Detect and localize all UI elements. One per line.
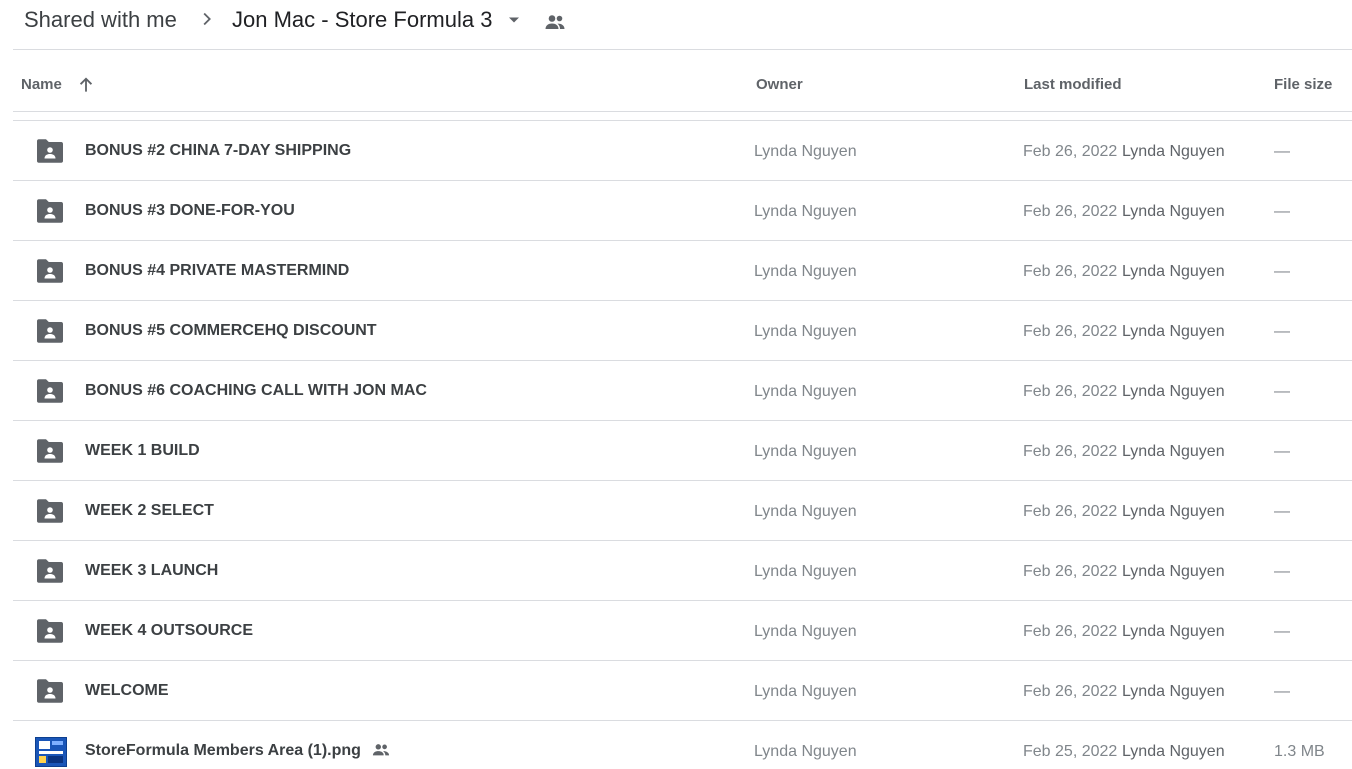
- file-size: 1.3 MB: [1274, 743, 1325, 760]
- shared-folder-icon: [37, 499, 63, 523]
- column-header-name[interactable]: Name: [21, 76, 62, 94]
- owner-name: Lynda Nguyen: [754, 683, 857, 700]
- table-row[interactable]: WEEK 2 SELECT Lynda Nguyen Feb 26, 2022 Lyn…: [13, 481, 1352, 541]
- file-name[interactable]: BONUS #6 COACHING CALL WITH JON MAC: [85, 381, 427, 400]
- file-name[interactable]: WELCOME: [85, 681, 169, 700]
- table-row[interactable]: WELCOME Lynda Nguyen Feb 26, 2022 Lynda Ngu…: [13, 661, 1352, 721]
- table-row[interactable]: WEEK 4 OUTSOURCE Lynda Nguyen Feb 26, 2022…: [13, 601, 1352, 661]
- owner-name: Lynda Nguyen: [754, 563, 857, 580]
- modified-date: Feb 26, 2022: [1023, 563, 1118, 580]
- image-thumbnail-icon: [35, 737, 67, 767]
- file-name[interactable]: BONUS #3 DONE-FOR-YOU: [85, 201, 295, 220]
- table-row[interactable]: StoreFormula Members Area (1).png Lynda N…: [13, 721, 1352, 769]
- file-size: —: [1274, 263, 1290, 280]
- modified-by: Lynda Nguyen: [1122, 743, 1225, 760]
- file-size: —: [1274, 503, 1290, 520]
- file-size: —: [1274, 143, 1290, 160]
- modified-date: Feb 26, 2022: [1023, 143, 1118, 160]
- arrow-up-icon[interactable]: [76, 75, 96, 95]
- modified-date: Feb 26, 2022: [1023, 623, 1118, 640]
- file-name[interactable]: BONUS #4 PRIVATE MASTERMIND: [85, 261, 349, 280]
- file-size: —: [1274, 203, 1290, 220]
- table-row[interactable]: WEEK 3 LAUNCH Lynda Nguyen Feb 26, 2022 Lyn…: [13, 541, 1352, 601]
- owner-name: Lynda Nguyen: [754, 263, 857, 280]
- file-name[interactable]: WEEK 4 OUTSOURCE: [85, 621, 253, 640]
- file-name[interactable]: WEEK 3 LAUNCH: [85, 561, 218, 580]
- modified-by: Lynda Nguyen: [1122, 323, 1225, 340]
- file-name[interactable]: BONUS #2 CHINA 7-DAY SHIPPING: [85, 141, 351, 160]
- modified-date: Feb 26, 2022: [1023, 323, 1118, 340]
- shared-folder-icon: [37, 559, 63, 583]
- modified-by: Lynda Nguyen: [1122, 563, 1225, 580]
- column-header-last-modified[interactable]: Last modified: [1024, 76, 1122, 94]
- shared-folder-icon: [37, 439, 63, 463]
- modified-by: Lynda Nguyen: [1122, 143, 1225, 160]
- file-list: BONUS #2 CHINA 7-DAY SHIPPING Lynda Nguye…: [13, 121, 1352, 769]
- owner-name: Lynda Nguyen: [754, 743, 857, 760]
- owner-name: Lynda Nguyen: [754, 143, 857, 160]
- owner-name: Lynda Nguyen: [754, 383, 857, 400]
- file-name[interactable]: WEEK 2 SELECT: [85, 501, 214, 520]
- modified-by: Lynda Nguyen: [1122, 623, 1225, 640]
- file-size: —: [1274, 323, 1290, 340]
- file-name[interactable]: WEEK 1 BUILD: [85, 441, 200, 460]
- file-size: —: [1274, 683, 1290, 700]
- owner-name: Lynda Nguyen: [754, 203, 857, 220]
- modified-by: Lynda Nguyen: [1122, 383, 1225, 400]
- chevron-right-icon: [203, 12, 211, 26]
- breadcrumb: Shared with me Jon Mac - Store Formula 3: [0, 0, 1352, 49]
- file-size: —: [1274, 623, 1290, 640]
- table-row[interactable]: BONUS #5 COMMERCEHQ DISCOUNT Lynda Nguyen…: [13, 301, 1352, 361]
- table-row[interactable]: BONUS #2 CHINA 7-DAY SHIPPING Lynda Nguye…: [13, 121, 1352, 181]
- breadcrumb-shared-with-me[interactable]: Shared with me: [24, 7, 177, 33]
- column-header-divider: [13, 111, 1352, 112]
- shared-folder-icon: [37, 679, 63, 703]
- modified-by: Lynda Nguyen: [1122, 263, 1225, 280]
- shared-folder-icon: [37, 139, 63, 163]
- breadcrumb-current-folder[interactable]: Jon Mac - Store Formula 3: [232, 7, 492, 33]
- table-row[interactable]: BONUS #4 PRIVATE MASTERMIND Lynda Nguyen F…: [13, 241, 1352, 301]
- modified-by: Lynda Nguyen: [1122, 203, 1225, 220]
- shared-folder-icon: [37, 199, 63, 223]
- file-name[interactable]: BONUS #5 COMMERCEHQ DISCOUNT: [85, 321, 377, 340]
- modified-date: Feb 26, 2022: [1023, 683, 1118, 700]
- column-header-owner[interactable]: Owner: [756, 76, 803, 94]
- modified-by: Lynda Nguyen: [1122, 443, 1225, 460]
- column-header-file-size[interactable]: File size: [1274, 76, 1332, 94]
- owner-name: Lynda Nguyen: [754, 623, 857, 640]
- shared-folder-icon: [37, 619, 63, 643]
- drive-file-list: Shared with me Jon Mac - Store Formula 3…: [0, 0, 1352, 769]
- caret-down-icon[interactable]: [504, 10, 524, 30]
- modified-by: Lynda Nguyen: [1122, 503, 1225, 520]
- owner-name: Lynda Nguyen: [754, 323, 857, 340]
- file-size: —: [1274, 563, 1290, 580]
- file-size: —: [1274, 443, 1290, 460]
- shared-folder-icon: [37, 259, 63, 283]
- table-row[interactable]: BONUS #6 COACHING CALL WITH JON MAC Lynda…: [13, 361, 1352, 421]
- people-icon[interactable]: [543, 10, 567, 34]
- owner-name: Lynda Nguyen: [754, 503, 857, 520]
- modified-date: Feb 26, 2022: [1023, 443, 1118, 460]
- column-headers: Name Owner Last modified File size: [13, 50, 1352, 111]
- modified-date: Feb 26, 2022: [1023, 503, 1118, 520]
- file-size: —: [1274, 383, 1290, 400]
- file-name[interactable]: StoreFormula Members Area (1).png: [85, 741, 361, 760]
- modified-date: Feb 26, 2022: [1023, 383, 1118, 400]
- modified-date: Feb 25, 2022: [1023, 743, 1118, 760]
- modified-by: Lynda Nguyen: [1122, 683, 1225, 700]
- table-row[interactable]: WEEK 1 BUILD Lynda Nguyen Feb 26, 2022 Lynd…: [13, 421, 1352, 481]
- shared-folder-icon: [37, 319, 63, 343]
- modified-date: Feb 26, 2022: [1023, 263, 1118, 280]
- people-icon: [372, 744, 390, 756]
- table-row[interactable]: BONUS #3 DONE-FOR-YOU Lynda Nguyen Feb 26,…: [13, 181, 1352, 241]
- modified-date: Feb 26, 2022: [1023, 203, 1118, 220]
- shared-folder-icon: [37, 379, 63, 403]
- owner-name: Lynda Nguyen: [754, 443, 857, 460]
